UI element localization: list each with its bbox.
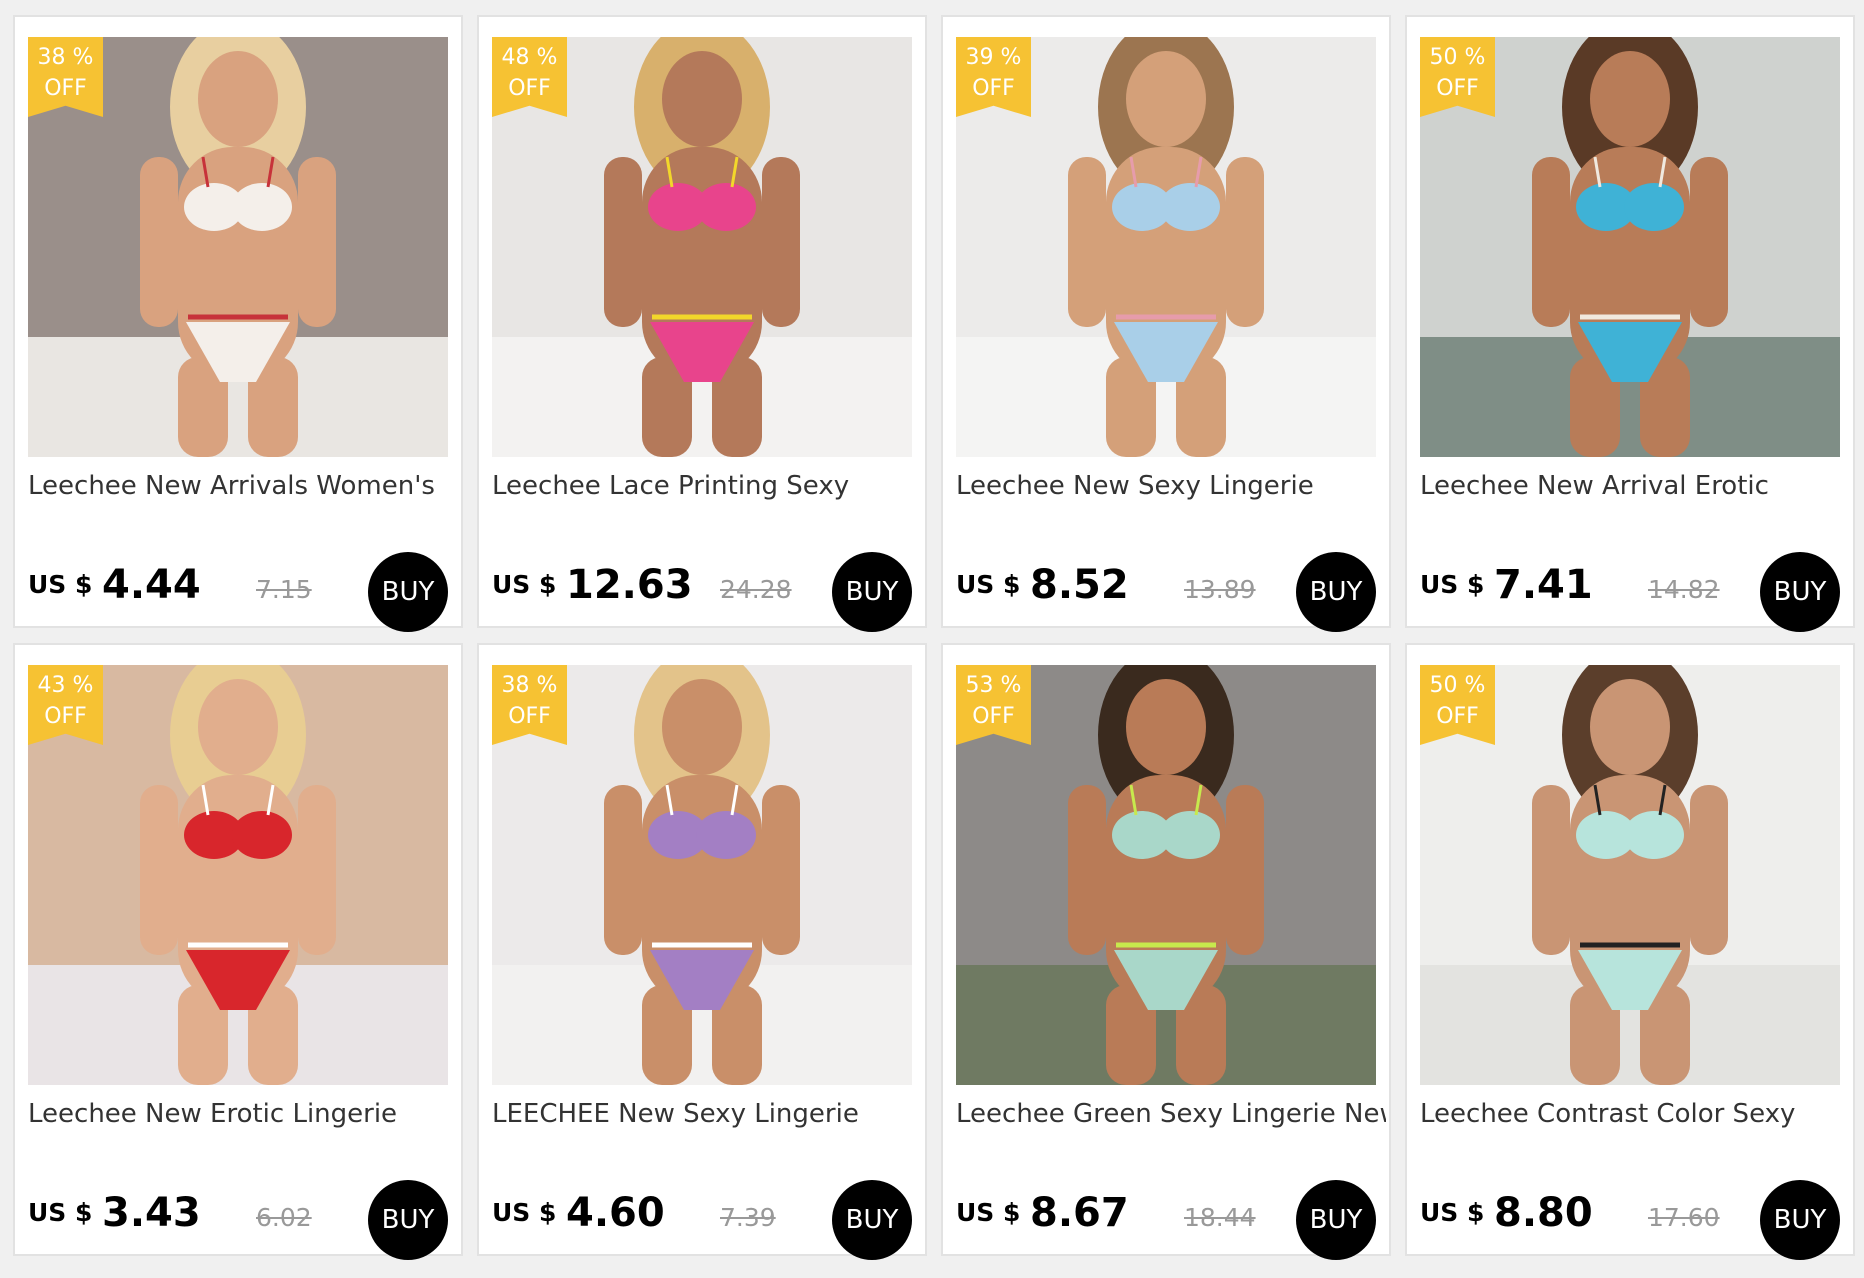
original-price: 24.28 xyxy=(720,575,792,604)
sale-price: 4.44 xyxy=(102,562,201,608)
product-image[interactable]: 43 % OFF xyxy=(28,665,448,1085)
product-image[interactable]: 53 % OFF xyxy=(956,665,1376,1085)
product-card[interactable]: 39 % OFF Leechee New Sexy Lingerie US $ … xyxy=(941,15,1391,632)
product-image[interactable]: 38 % OFF xyxy=(492,665,912,1085)
sale-price: 8.67 xyxy=(1030,1190,1129,1236)
original-price: 14.82 xyxy=(1648,575,1720,604)
buy-button[interactable]: BUY xyxy=(368,552,448,632)
currency-label: US $ xyxy=(956,570,1021,599)
currency-label: US $ xyxy=(1420,570,1485,599)
product-image[interactable]: 50 % OFF xyxy=(1420,37,1840,457)
product-title[interactable]: Leechee New Arrivals Women's xyxy=(28,471,458,501)
price-row: US $ 7.41 14.82 BUY xyxy=(1420,547,1840,632)
product-card[interactable]: 43 % OFF Leechee New Erotic Lingerie US … xyxy=(13,643,463,1260)
discount-percent: 48 % xyxy=(501,45,558,70)
discount-badge: 38 % OFF xyxy=(492,665,567,745)
product-title[interactable]: Leechee Lace Printing Sexy xyxy=(492,471,922,501)
product-card[interactable]: 48 % OFF Leechee Lace Printing Sexy US $… xyxy=(477,15,927,632)
price-row: US $ 8.67 18.44 BUY xyxy=(956,1175,1376,1260)
discount-badge: 50 % OFF xyxy=(1420,37,1495,117)
discount-percent: 39 % xyxy=(965,45,1022,70)
sale-price: 8.52 xyxy=(1030,562,1129,608)
discount-off-label: OFF xyxy=(1436,704,1479,729)
discount-off-label: OFF xyxy=(1436,76,1479,101)
price-row: US $ 8.80 17.60 BUY xyxy=(1420,1175,1840,1260)
product-title[interactable]: Leechee Green Sexy Lingerie New xyxy=(956,1099,1386,1129)
discount-percent: 50 % xyxy=(1429,673,1486,698)
product-image[interactable]: 38 % OFF xyxy=(28,37,448,457)
sale-price: 12.63 xyxy=(566,562,693,608)
sale-price: 8.80 xyxy=(1494,1190,1593,1236)
price-row: US $ 3.43 6.02 BUY xyxy=(28,1175,448,1260)
original-price: 18.44 xyxy=(1184,1203,1256,1232)
discount-off-label: OFF xyxy=(972,704,1015,729)
product-card[interactable]: 53 % OFF Leechee Green Sexy Lingerie New… xyxy=(941,643,1391,1260)
original-price: 7.15 xyxy=(256,575,312,604)
product-image[interactable]: 39 % OFF xyxy=(956,37,1376,457)
discount-badge: 53 % OFF xyxy=(956,665,1031,745)
currency-label: US $ xyxy=(1420,1198,1485,1227)
currency-label: US $ xyxy=(956,1198,1021,1227)
discount-badge: 43 % OFF xyxy=(28,665,103,745)
product-image[interactable]: 50 % OFF xyxy=(1420,665,1840,1085)
discount-percent: 38 % xyxy=(501,673,558,698)
discount-off-label: OFF xyxy=(508,704,551,729)
sale-price: 7.41 xyxy=(1494,562,1593,608)
currency-label: US $ xyxy=(28,1198,93,1227)
product-card[interactable]: 50 % OFF Leechee Contrast Color Sexy US … xyxy=(1405,643,1855,1260)
currency-label: US $ xyxy=(492,1198,557,1227)
discount-badge: 38 % OFF xyxy=(28,37,103,117)
discount-off-label: OFF xyxy=(972,76,1015,101)
buy-button[interactable]: BUY xyxy=(1296,1180,1376,1260)
discount-percent: 38 % xyxy=(37,45,94,70)
buy-button[interactable]: BUY xyxy=(1296,552,1376,632)
discount-off-label: OFF xyxy=(508,76,551,101)
product-title[interactable]: Leechee New Sexy Lingerie xyxy=(956,471,1386,501)
price-row: US $ 8.52 13.89 BUY xyxy=(956,547,1376,632)
currency-label: US $ xyxy=(28,570,93,599)
original-price: 6.02 xyxy=(256,1203,312,1232)
discount-badge: 39 % OFF xyxy=(956,37,1031,117)
sale-price: 3.43 xyxy=(102,1190,201,1236)
discount-percent: 50 % xyxy=(1429,45,1486,70)
product-title[interactable]: Leechee Contrast Color Sexy xyxy=(1420,1099,1850,1129)
product-title[interactable]: Leechee New Erotic Lingerie xyxy=(28,1099,458,1129)
discount-percent: 43 % xyxy=(37,673,94,698)
original-price: 13.89 xyxy=(1184,575,1256,604)
sale-price: 4.60 xyxy=(566,1190,665,1236)
price-row: US $ 4.44 7.15 BUY xyxy=(28,547,448,632)
price-row: US $ 12.63 24.28 BUY xyxy=(492,547,912,632)
product-image[interactable]: 48 % OFF xyxy=(492,37,912,457)
currency-label: US $ xyxy=(492,570,557,599)
buy-button[interactable]: BUY xyxy=(1760,1180,1840,1260)
product-card[interactable]: 50 % OFF Leechee New Arrival Erotic US $… xyxy=(1405,15,1855,632)
original-price: 7.39 xyxy=(720,1203,776,1232)
product-title[interactable]: Leechee New Arrival Erotic xyxy=(1420,471,1850,501)
product-card[interactable]: 38 % OFF Leechee New Arrivals Women's US… xyxy=(13,15,463,632)
product-card[interactable]: 38 % OFF LEECHEE New Sexy Lingerie US $ … xyxy=(477,643,927,1260)
product-grid: 38 % OFF Leechee New Arrivals Women's US… xyxy=(13,15,1855,1260)
buy-button[interactable]: BUY xyxy=(368,1180,448,1260)
discount-percent: 53 % xyxy=(965,673,1022,698)
original-price: 17.60 xyxy=(1648,1203,1720,1232)
buy-button[interactable]: BUY xyxy=(832,1180,912,1260)
discount-off-label: OFF xyxy=(44,704,87,729)
price-row: US $ 4.60 7.39 BUY xyxy=(492,1175,912,1260)
discount-off-label: OFF xyxy=(44,76,87,101)
product-title[interactable]: LEECHEE New Sexy Lingerie xyxy=(492,1099,922,1129)
buy-button[interactable]: BUY xyxy=(1760,552,1840,632)
buy-button[interactable]: BUY xyxy=(832,552,912,632)
discount-badge: 48 % OFF xyxy=(492,37,567,117)
discount-badge: 50 % OFF xyxy=(1420,665,1495,745)
